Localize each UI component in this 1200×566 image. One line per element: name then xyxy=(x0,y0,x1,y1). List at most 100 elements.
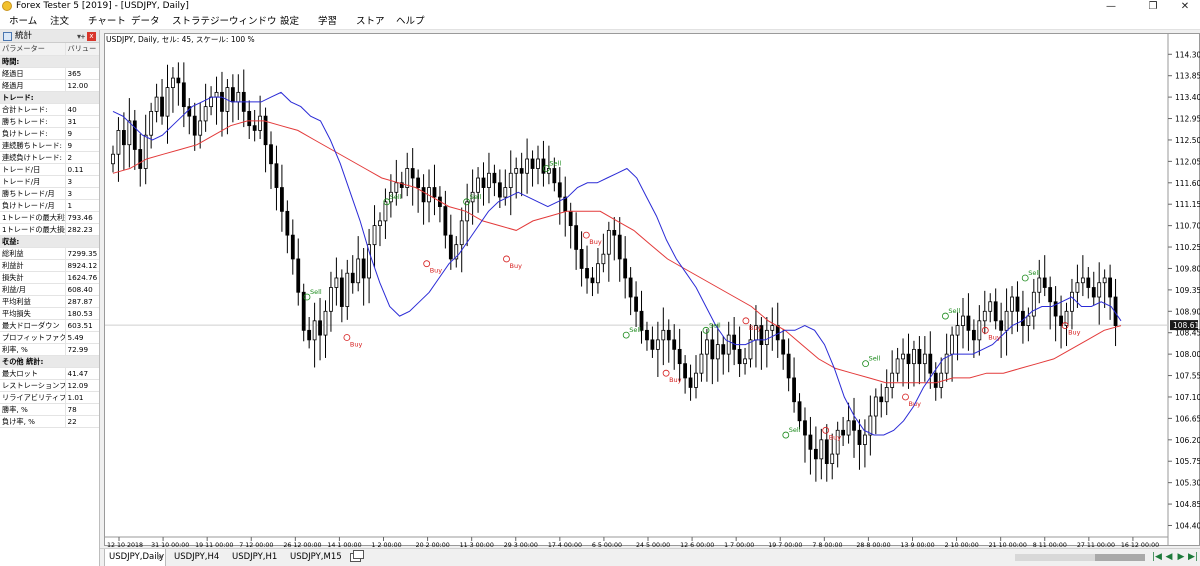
candle-body xyxy=(339,277,344,307)
sell-signal-label: Sell xyxy=(390,193,402,201)
candle-body xyxy=(1091,287,1096,298)
candle-body xyxy=(1097,282,1102,298)
candle-body xyxy=(830,453,835,465)
candle-body xyxy=(132,120,137,150)
candle-body xyxy=(846,420,851,436)
candle-body xyxy=(650,339,655,350)
candle-body xyxy=(323,310,328,336)
candle-body xyxy=(171,77,175,88)
candle-body xyxy=(743,358,747,365)
candle-body xyxy=(536,158,540,169)
candle-body xyxy=(552,168,557,184)
tab-close-icon[interactable]: × xyxy=(157,549,164,566)
candle-body xyxy=(252,125,257,131)
candle-body xyxy=(726,334,731,355)
candle-body xyxy=(890,372,895,388)
price-tick-label: 106.20 xyxy=(1175,436,1200,445)
price-tick-label: 112.05 xyxy=(1175,157,1200,166)
candle-body xyxy=(416,177,421,188)
candle-body xyxy=(149,110,154,136)
step-forward-icon[interactable]: ▶ xyxy=(1176,551,1186,563)
candle-body xyxy=(906,353,911,365)
price-tick-label: 109.80 xyxy=(1175,264,1200,273)
candle-body xyxy=(1102,277,1107,284)
candle-body xyxy=(852,420,856,431)
candle-body xyxy=(732,334,737,350)
candle-body xyxy=(895,358,900,374)
candle-body xyxy=(503,187,508,198)
candle-body xyxy=(999,320,1004,331)
candle-body xyxy=(127,120,132,146)
candle-body xyxy=(993,301,998,322)
tab-usdjpy-m15[interactable]: USDJPY,M15 xyxy=(286,549,348,566)
price-tick-label: 108.00 xyxy=(1175,350,1200,359)
candle-body xyxy=(634,296,638,312)
candle-body xyxy=(917,348,922,365)
candle-body xyxy=(596,263,600,284)
price-tick-label: 105.30 xyxy=(1175,479,1200,488)
tab-usdjpy-h1[interactable]: USDJPY,H1 xyxy=(228,549,288,566)
step-back-icon[interactable]: ◀ xyxy=(1164,551,1174,563)
candle-body xyxy=(350,272,355,284)
candle-body xyxy=(612,229,617,236)
candle-body xyxy=(432,187,437,198)
candle-body xyxy=(230,87,235,103)
candle-body xyxy=(519,168,524,174)
buy-signal-label: Buy xyxy=(589,238,602,246)
candle-body xyxy=(121,130,126,146)
new-window-icon[interactable] xyxy=(350,550,364,562)
candle-body xyxy=(579,249,584,269)
price-chart[interactable]: 114.30 113.85 113.40 112.95 112.50 112.05 111.… xyxy=(0,0,1200,566)
current-price-label: 108.61 xyxy=(1173,321,1199,330)
candle-body xyxy=(884,387,889,403)
price-tick-label: 112.95 xyxy=(1175,115,1200,124)
sell-signal-label: Sell xyxy=(310,288,322,296)
candle-body xyxy=(312,320,317,341)
buy-signal-label: Buy xyxy=(988,333,1001,341)
candle-body xyxy=(285,210,290,236)
app-window: Forex Tester 5 [2019] - [USDJPY, Daily] … xyxy=(0,0,1200,566)
candle-body xyxy=(111,153,115,165)
candle-body xyxy=(574,225,579,250)
candle-body xyxy=(873,396,878,417)
candle-body xyxy=(236,91,241,103)
go-first-icon[interactable]: |◀ xyxy=(1152,551,1162,563)
candle-body xyxy=(1031,291,1036,317)
candle-body xyxy=(143,134,148,169)
candle-body xyxy=(481,177,486,188)
candle-body xyxy=(443,206,448,236)
candle-body xyxy=(868,415,873,436)
horizontal-scrollbar[interactable] xyxy=(1015,554,1145,561)
candle-body xyxy=(966,315,971,331)
candle-body xyxy=(1042,277,1047,288)
candle-body xyxy=(645,329,649,341)
candle-body xyxy=(176,77,181,84)
scrollbar-thumb[interactable] xyxy=(1095,554,1145,561)
sell-signal-label: Sell xyxy=(1028,269,1040,277)
candle-body xyxy=(824,439,829,465)
candle-body xyxy=(819,439,824,460)
candle-body xyxy=(307,329,312,341)
candle-body xyxy=(181,82,186,108)
candle-body xyxy=(530,158,535,169)
candle-body xyxy=(258,115,263,131)
candle-body xyxy=(568,210,573,227)
candle-body xyxy=(220,91,224,112)
sell-signal-label: Sell xyxy=(629,326,641,334)
candle-body xyxy=(525,158,529,174)
candle-body xyxy=(813,448,818,460)
buy-signal-label: Buy xyxy=(909,400,922,408)
candle-body xyxy=(459,220,464,246)
tab-usdjpy-h4[interactable]: USDJPY,H4 xyxy=(170,549,228,566)
candle-body xyxy=(781,339,786,355)
candle-body xyxy=(1010,296,1014,312)
candle-body xyxy=(1004,310,1009,331)
candle-body xyxy=(857,429,862,445)
candle-body xyxy=(247,110,252,127)
candle-body xyxy=(1048,287,1053,303)
candle-body xyxy=(841,429,846,436)
candle-body xyxy=(138,149,143,169)
chart-tab-bar: USDJPY,Daily × USDJPY,H4 USDJPY,H1 USDJP… xyxy=(100,548,1200,566)
go-last-icon[interactable]: ▶| xyxy=(1188,551,1198,563)
candle-body xyxy=(274,163,279,188)
